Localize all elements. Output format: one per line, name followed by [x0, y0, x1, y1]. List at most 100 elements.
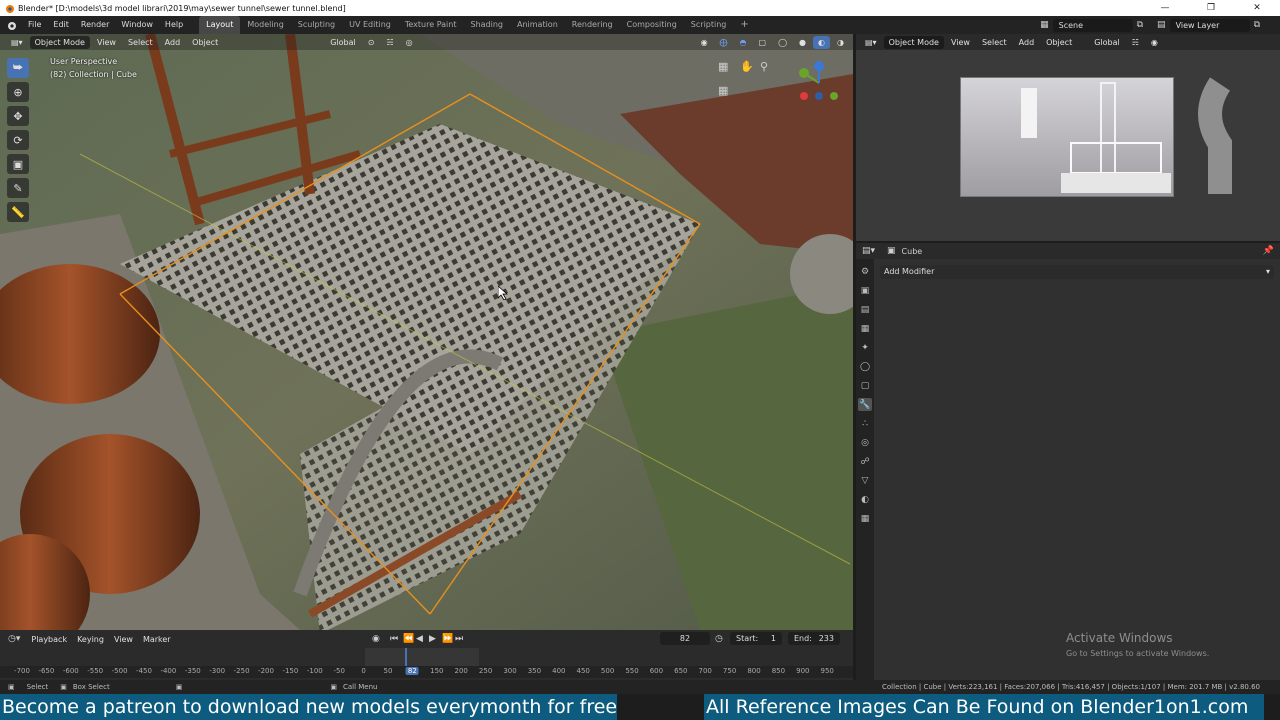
restore-icon[interactable]: ❐ [1188, 0, 1234, 16]
particles-tab-icon[interactable]: ∴ [858, 417, 872, 430]
jump-start-icon[interactable]: ⏮ [390, 634, 398, 644]
grid-view-icon[interactable]: ▦ [718, 84, 728, 97]
tab-scripting[interactable]: Scripting [684, 16, 734, 34]
annotate-icon[interactable]: ✎ [7, 178, 29, 198]
current-frame-field[interactable]: 82 [660, 632, 710, 645]
shading-material-icon[interactable]: ◐ [813, 35, 831, 49]
menu-help[interactable]: Help [159, 16, 189, 34]
object-tab-icon[interactable]: ▢ [858, 379, 872, 392]
menu-render[interactable]: Render [75, 16, 115, 34]
new-scene-icon[interactable]: ⧉ [1137, 20, 1143, 30]
tab-layout[interactable]: Layout [199, 16, 241, 34]
tool-tab-icon[interactable]: ⚙ [858, 265, 872, 278]
camera-view-icon[interactable]: ▦ [718, 60, 728, 73]
output-tab-icon[interactable]: ▤ [858, 303, 872, 316]
tab-compositing[interactable]: Compositing [620, 16, 684, 34]
render-tab-icon[interactable]: ▣ [858, 284, 872, 297]
editor-type-icon[interactable]: ▤▾ [860, 36, 882, 49]
menu-timeline-view[interactable]: View [109, 633, 138, 646]
new-view-layer-icon[interactable]: ⧉ [1254, 20, 1260, 30]
visibility-icon[interactable]: ◉ [696, 36, 713, 49]
play-icon[interactable]: ▶ [429, 634, 436, 644]
clock-icon[interactable]: ◷ [715, 634, 723, 644]
menu-marker[interactable]: Marker [138, 633, 176, 646]
menu-edit[interactable]: Edit [47, 16, 75, 34]
tab-uv-editing[interactable]: UV Editing [342, 16, 398, 34]
cursor-icon[interactable]: ⊕ [7, 82, 29, 102]
blender-menu-icon[interactable] [0, 20, 22, 31]
tab-texture-paint[interactable]: Texture Paint [398, 16, 464, 34]
tab-rendering[interactable]: Rendering [565, 16, 620, 34]
mode-dropdown-2[interactable]: Object Mode [883, 35, 944, 49]
jump-end-icon[interactable]: ⏭ [455, 634, 463, 644]
snap-icon-2[interactable]: ☵ [1127, 36, 1144, 49]
pan-icon[interactable]: ✋ [740, 60, 754, 73]
material-tab-icon[interactable]: ◐ [858, 493, 872, 506]
modifier-tab-icon[interactable]: 🔧 [858, 398, 872, 411]
play-reverse-icon[interactable]: ◀ [416, 634, 423, 644]
overlay-icon[interactable]: ◓ [735, 36, 752, 49]
gizmo-icon[interactable]: ⨁ [715, 36, 733, 49]
shading-rendered-icon[interactable]: ◑ [832, 36, 849, 49]
menu-view-2[interactable]: View [946, 36, 975, 49]
shading-wireframe-icon[interactable]: ◯ [773, 36, 792, 49]
axis-gizmo-icon[interactable] [794, 58, 844, 108]
select-box-icon[interactable]: ⮩ [7, 58, 29, 78]
menu-add-2[interactable]: Add [1014, 36, 1040, 49]
minimize-icon[interactable]: — [1142, 0, 1188, 16]
xray-icon[interactable]: ▢ [754, 36, 772, 49]
pin-icon[interactable]: 📌 [1263, 246, 1274, 256]
jump-key-back-icon[interactable]: ⏪ [403, 634, 414, 644]
jump-key-forward-icon[interactable]: ⏩ [442, 634, 453, 644]
orientation-dropdown-2[interactable]: Global [1089, 36, 1125, 49]
orientation-dropdown[interactable]: Global [325, 36, 361, 49]
close-icon[interactable]: ✕ [1234, 0, 1280, 16]
menu-object[interactable]: Object [187, 36, 223, 49]
editor-type-icon[interactable]: ▤▾ [862, 246, 875, 256]
shading-solid-icon[interactable]: ● [794, 36, 811, 49]
menu-playback[interactable]: Playback [26, 633, 72, 646]
world-tab-icon[interactable]: ◯ [858, 360, 872, 373]
rotate-icon[interactable]: ⟳ [7, 130, 29, 150]
physics-tab-icon[interactable]: ◎ [858, 436, 872, 449]
tab-sculpting[interactable]: Sculpting [291, 16, 342, 34]
measure-icon[interactable]: 📏 [7, 202, 29, 222]
move-icon[interactable]: ✥ [7, 106, 29, 126]
view-layer-field[interactable]: View Layer [1169, 18, 1250, 32]
scene-icon[interactable]: ▦ [1040, 20, 1049, 30]
menu-view[interactable]: View [92, 36, 121, 49]
record-icon[interactable]: ◉ [372, 634, 380, 644]
scale-icon[interactable]: ▣ [7, 154, 29, 174]
secondary-3d-viewport[interactable]: ▤▾ Object Mode View Select Add Object Gl… [856, 34, 1280, 241]
menu-file[interactable]: File [22, 16, 47, 34]
menu-object-2[interactable]: Object [1041, 36, 1077, 49]
scene-tab-icon[interactable]: ✦ [858, 341, 872, 354]
data-tab-icon[interactable]: ▽ [858, 474, 872, 487]
menu-select-2[interactable]: Select [977, 36, 1012, 49]
mode-dropdown[interactable]: Object Mode [29, 35, 90, 49]
start-frame-field[interactable]: Start: 1 [730, 632, 782, 645]
tab-shading[interactable]: Shading [463, 16, 510, 34]
editor-type-icon[interactable]: ▤▾ [6, 36, 28, 49]
main-3d-viewport[interactable]: ▤▾ Object Mode View Select Add Object Gl… [0, 34, 853, 630]
tab-animation[interactable]: Animation [510, 16, 565, 34]
menu-keying[interactable]: Keying [72, 633, 109, 646]
menu-add[interactable]: Add [160, 36, 186, 49]
add-modifier-dropdown[interactable]: Add Modifier ▾ [880, 265, 1274, 279]
snap-icon[interactable]: ☵ [381, 36, 398, 49]
timeline-ruler[interactable]: -700 -650 -600 -550 -500 -450 -400 -350 -300 -250… [0, 666, 853, 678]
proportional-edit-icon[interactable]: ◎ [401, 36, 418, 49]
menu-select[interactable]: Select [123, 36, 158, 49]
tab-modeling[interactable]: Modeling [240, 16, 290, 34]
zoom-icon[interactable]: ⚲ [760, 60, 768, 73]
visibility-icon-2[interactable]: ◉ [1146, 36, 1163, 49]
constraints-tab-icon[interactable]: ☍ [858, 455, 872, 468]
menu-window[interactable]: Window [115, 16, 159, 34]
texture-tab-icon[interactable]: ▦ [858, 512, 872, 525]
view-layer-tab-icon[interactable]: ▦ [858, 322, 872, 335]
pivot-icon[interactable]: ⊙ [363, 36, 380, 49]
end-frame-field[interactable]: End: 233 [788, 632, 840, 645]
add-workspace-icon[interactable]: + [733, 16, 755, 34]
view-layer-icon[interactable]: ▤ [1157, 20, 1166, 30]
navigation-gizmo[interactable]: ▦ ✋ ⚲ ▦ [716, 58, 838, 128]
